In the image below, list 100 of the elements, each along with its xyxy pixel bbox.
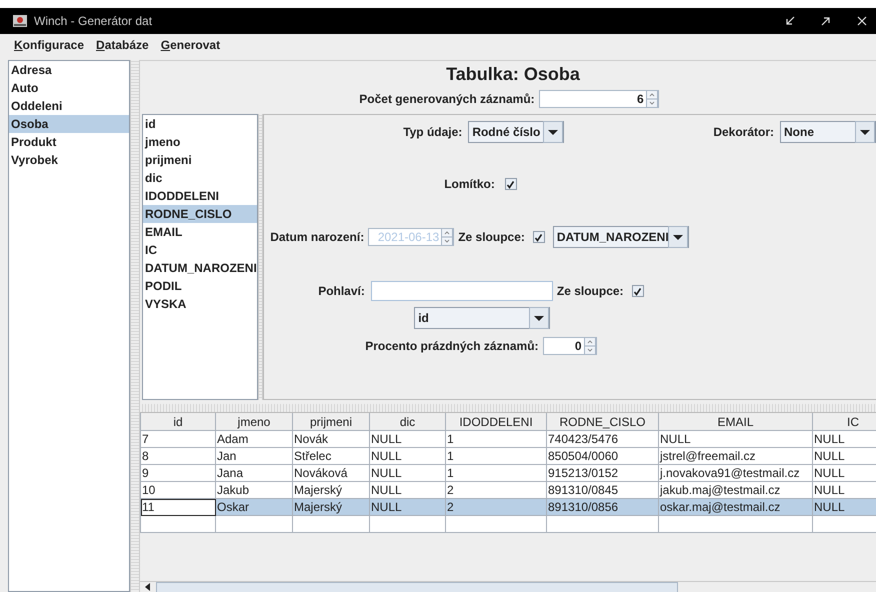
table-cell: NULL xyxy=(812,430,876,448)
decorator-dropdown[interactable]: None xyxy=(780,121,876,143)
check-icon xyxy=(633,286,642,296)
field-label: Počet generovaných záznamů: xyxy=(359,92,535,106)
check-icon xyxy=(506,180,516,188)
scroll-thumb[interactable] xyxy=(156,582,678,592)
table-cell: NULL xyxy=(370,448,446,464)
app-icon xyxy=(12,13,28,29)
table-cell: NULL xyxy=(370,464,446,482)
table-list-item[interactable]: Vyrobek xyxy=(9,151,129,169)
table-cell: 2 xyxy=(446,498,546,516)
table-cell: 891310/0856 xyxy=(546,498,658,516)
table-heading: Tabulka: Osoba xyxy=(445,63,581,86)
table-cell: Jakub xyxy=(216,482,292,498)
table-cell: 891310/0845 xyxy=(546,482,658,498)
table-cell: 915213/0152 xyxy=(546,464,658,482)
table-cell: 1 xyxy=(446,430,546,448)
column-header[interactable]: jmeno xyxy=(216,413,292,430)
spinner-arrows-icon xyxy=(646,90,658,108)
table-cell: NULL xyxy=(812,498,876,516)
table-row[interactable]: 10 Jakub Majerský NULL 2 891310/0845 jakub.maj@testmail.cz NULL xyxy=(140,482,876,498)
field-label: Pohlaví: xyxy=(318,284,365,298)
table-cell: 1 xyxy=(446,448,546,464)
table-cell: 7 xyxy=(140,430,216,448)
column-list-item[interactable]: VYSKA xyxy=(143,295,257,313)
horizontal-scrollbar[interactable] xyxy=(140,581,876,592)
field-label: Lomítko: xyxy=(444,177,495,191)
column-header[interactable]: id xyxy=(140,413,216,430)
column-header[interactable]: dic xyxy=(370,413,446,430)
menu-item[interactable]: Generovat xyxy=(160,38,220,52)
table-cell: 9 xyxy=(140,464,216,482)
table-cell: NULL xyxy=(658,430,812,448)
table-cell: NULL xyxy=(812,448,876,464)
table-cell: NULL xyxy=(370,430,446,448)
field-label: Typ údaje: xyxy=(403,125,462,139)
checkbox[interactable] xyxy=(504,178,517,190)
count-spinner[interactable]: 6 xyxy=(538,90,659,108)
table-cell: 8 xyxy=(140,448,216,464)
table-cell: 11 xyxy=(140,498,216,516)
table-cell: jakub.maj@testmail.cz xyxy=(658,482,812,498)
table-cell: NULL xyxy=(812,482,876,498)
table-list-item[interactable]: Auto xyxy=(9,79,129,97)
column-header[interactable]: IDODDELENI xyxy=(446,413,546,430)
table-list-item[interactable]: Adresa xyxy=(9,61,129,79)
percent-spinner[interactable]: 0 xyxy=(542,337,597,355)
checkbox[interactable] xyxy=(632,285,644,297)
splitter-handle[interactable] xyxy=(140,404,876,412)
column-list-item[interactable]: jmeno xyxy=(143,133,257,151)
table-list-item[interactable]: Osoba xyxy=(9,115,129,133)
scroll-left-icon xyxy=(144,583,152,591)
column-header[interactable]: prijmeni xyxy=(292,413,370,430)
data-type-dropdown[interactable]: Rodné číslo xyxy=(468,121,564,143)
table-cell: 10 xyxy=(140,482,216,498)
table-row[interactable]: 8 Jan Střelec NULL 1 850504/0060 jstrel@freemail.cz NULL xyxy=(140,448,876,464)
column-header[interactable]: RODNE_CISLO xyxy=(546,413,658,430)
table-cell: 2 xyxy=(446,482,546,498)
column-list-item[interactable]: dic xyxy=(143,169,257,187)
menu-item[interactable]: Konfigurace xyxy=(14,38,84,52)
column-list-item[interactable]: IC xyxy=(143,241,257,259)
table-row[interactable] xyxy=(140,516,876,532)
table-cell: 740423/5476 xyxy=(546,430,658,448)
splitter-handle[interactable] xyxy=(258,114,264,400)
field-label: Datum narození: xyxy=(270,230,364,244)
column-dropdown[interactable]: id xyxy=(414,307,550,329)
menu-item[interactable]: Databáze xyxy=(96,38,149,52)
field-label: Procento prázdných záznamů: xyxy=(365,339,539,353)
field-label: Ze sloupce: xyxy=(556,284,624,298)
table-cell: NULL xyxy=(370,498,446,516)
table-row[interactable]: 9 Jana Nováková NULL 1 915213/0152 j.novakova91@testmail.cz NULL xyxy=(140,464,876,482)
table-list-item[interactable]: Oddeleni xyxy=(9,97,129,115)
field-label: Dekorátor: xyxy=(713,125,774,139)
table-cell: Střelec xyxy=(292,448,370,464)
input-field[interactable] xyxy=(370,281,553,301)
table-cell: Jan xyxy=(216,448,292,464)
table-cell: 1 xyxy=(446,464,546,482)
table-cell: Novák xyxy=(292,430,370,448)
table-cell: 850504/0060 xyxy=(546,448,658,464)
window-title: Winch - Generátor dat xyxy=(34,14,152,28)
table-row[interactable]: 7 Adam Novák NULL 1 740423/5476 NULL NULL xyxy=(140,430,876,448)
table-cell: Majerský xyxy=(292,482,370,498)
column-list-item[interactable]: RODNE_CISLO xyxy=(143,205,257,223)
table-cell: Jana xyxy=(216,464,292,482)
table-cell: NULL xyxy=(812,464,876,482)
column-list-item[interactable]: EMAIL xyxy=(143,223,257,241)
spinner-arrows-icon xyxy=(584,337,596,355)
column-header[interactable]: EMAIL xyxy=(658,413,812,430)
check-icon xyxy=(534,232,544,242)
column-list-item[interactable]: prijmeni xyxy=(143,151,257,169)
column-list-item[interactable]: IDODDELENI xyxy=(143,187,257,205)
field-label: Ze sloupce: xyxy=(458,230,525,244)
column-list-item[interactable]: DATUM_NAROZENI xyxy=(143,259,257,277)
table-list-item[interactable]: Produkt xyxy=(9,133,129,151)
maximize-icon xyxy=(821,16,831,26)
spinner-arrows-icon xyxy=(441,228,454,246)
column-list-item[interactable]: id xyxy=(143,115,257,133)
table-row[interactable]: 11 Oskar Majerský NULL 2 891310/0856 oskar.maj@testmail.cz NULL xyxy=(140,498,876,516)
splitter-handle[interactable] xyxy=(130,60,140,592)
column-list-item[interactable]: PODIL xyxy=(143,277,257,295)
table-cell: oskar.maj@testmail.cz xyxy=(658,498,812,516)
column-header[interactable]: IC xyxy=(812,413,876,430)
